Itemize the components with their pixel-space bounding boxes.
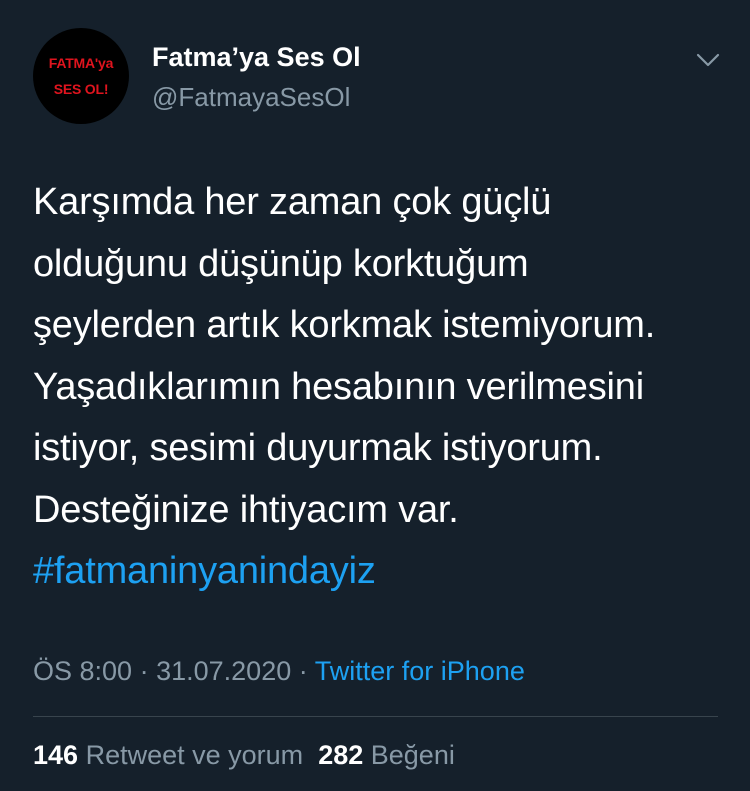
avatar-text-line2: SES OL!: [53, 81, 109, 97]
author-display-name[interactable]: Fatma’ya Ses Ol: [152, 42, 361, 73]
tweet-line: olduğunu düşünüp korktuğum: [33, 242, 529, 285]
avatar-text-line1: FATMA'ya: [48, 55, 114, 71]
more-options-button[interactable]: [694, 46, 722, 74]
retweets-count: 146: [33, 740, 79, 770]
meta-separator: ·: [298, 656, 308, 686]
tweet-text: Karşımda her zaman çok güçlü olduğunu dü…: [33, 172, 733, 603]
author-handle[interactable]: @FatmayaSesOl: [152, 82, 350, 113]
retweets-stat[interactable]: 146 Retweet ve yorum: [33, 740, 303, 770]
tweet-meta: ÖS 8:00 · 31.07.2020 · Twitter for iPhon…: [33, 656, 525, 687]
tweet-line: şeylerden artık korkmak istemiyorum.: [33, 304, 656, 346]
likes-label: Beğeni: [370, 740, 455, 770]
tweet-line: istiyor, sesimi duyurmak istiyorum.: [33, 427, 603, 469]
tweet-header: FATMA'ya SES OL! Fatma’ya Ses Ol @Fatmay…: [0, 0, 750, 150]
tweet-line: Yaşadıklarımın hesabının verilmesini: [33, 365, 644, 408]
tweet-line: Karşımda her zaman çok güçlü: [33, 181, 552, 223]
tweet-time: ÖS 8:00: [33, 656, 133, 686]
avatar[interactable]: FATMA'ya SES OL!: [33, 28, 129, 124]
tweet-date: 31.07.2020: [156, 656, 292, 686]
retweets-label: Retweet ve yorum: [85, 740, 304, 770]
tweet-source-link[interactable]: Twitter for iPhone: [315, 656, 525, 686]
likes-count: 282: [318, 740, 364, 770]
divider: [33, 716, 718, 717]
tweet-line: Desteğinize ihtiyacım var.: [33, 488, 459, 531]
tweet-stats: 146 Retweet ve yorum 282 Beğeni: [33, 740, 455, 771]
chevron-down-icon: [696, 53, 720, 67]
hashtag-link[interactable]: #fatmaninyanindayiz: [33, 541, 733, 603]
likes-stat[interactable]: 282 Beğeni: [318, 740, 455, 770]
meta-separator: ·: [139, 656, 149, 686]
